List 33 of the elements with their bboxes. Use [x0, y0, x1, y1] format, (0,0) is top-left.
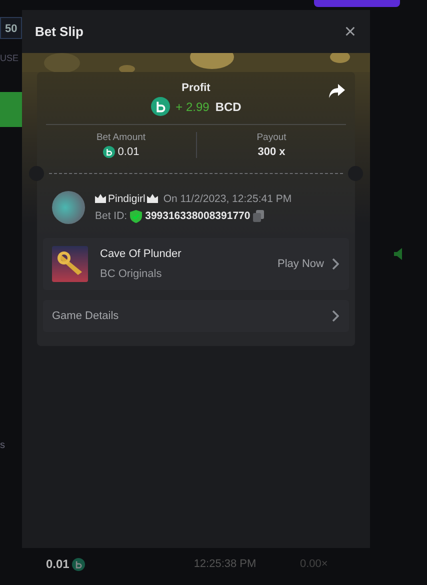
modal-title: Bet Slip	[35, 24, 84, 39]
avatar	[52, 191, 85, 224]
play-now-button[interactable]: Play Now	[278, 258, 339, 270]
currency-text: BCD	[215, 100, 242, 114]
side-text: s	[0, 440, 5, 451]
game-thumbnail[interactable]	[52, 246, 88, 282]
bet-amount-label: Bet Amount	[96, 132, 146, 143]
coin-icon	[72, 558, 86, 570]
coin-icon	[150, 97, 170, 116]
bet-id-label: Bet ID:	[95, 210, 128, 222]
payout-value: 300 x	[258, 146, 286, 158]
bet-amount-value: 0.01	[118, 146, 140, 158]
crown-icon	[95, 194, 106, 203]
game-name: Cave Of Plunder	[100, 248, 182, 260]
caption-text: USE	[0, 53, 20, 63]
close-button[interactable]: ×	[344, 22, 356, 42]
chevron-right-icon	[331, 258, 339, 270]
amount-text: 0.01	[46, 557, 70, 571]
chevron-right-icon	[331, 310, 339, 322]
copy-icon[interactable]	[253, 210, 264, 222]
player-name: Pindigirl	[108, 192, 146, 204]
bet-id: 399316338008391770	[145, 210, 250, 222]
profit-label: Profit	[182, 82, 210, 94]
amount-badge: 50	[0, 17, 22, 39]
bet-date: On 11/2/2023, 12:25:41 PM	[163, 192, 292, 204]
payout-label: Payout	[256, 132, 286, 143]
crown-icon	[147, 194, 158, 203]
time-text: 12:25:38 PM	[192, 558, 258, 570]
game-provider: BC Originals	[100, 268, 163, 280]
game-details-button[interactable]: Game Details	[43, 300, 349, 332]
profit-amount: + 2.99	[176, 100, 210, 114]
coin-icon	[102, 146, 115, 158]
share-icon[interactable]	[329, 84, 345, 98]
